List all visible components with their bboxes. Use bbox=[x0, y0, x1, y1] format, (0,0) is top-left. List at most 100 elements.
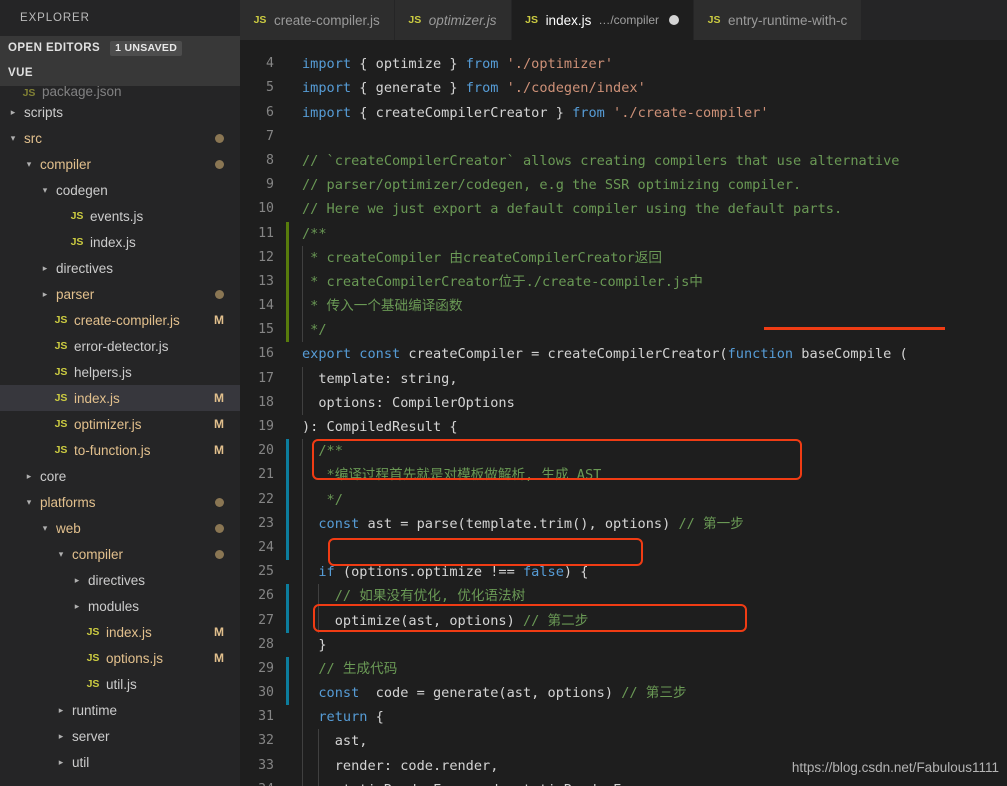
tree-folder-util[interactable]: ▸ util bbox=[0, 749, 240, 775]
chevron-right-icon[interactable]: ▸ bbox=[38, 255, 52, 281]
code-line-text: // 生成代码 bbox=[288, 656, 1007, 682]
tree-item-label: core bbox=[40, 468, 67, 484]
tree-folder-server[interactable]: ▸ server bbox=[0, 723, 240, 749]
indent-guide bbox=[302, 487, 303, 512]
chevron-right-icon[interactable]: ▸ bbox=[54, 723, 68, 749]
tree-folder-directives[interactable]: ▸ directives bbox=[0, 567, 240, 593]
editor-tab-create-compiler.js[interactable]: JS create-compiler.js bbox=[240, 0, 395, 40]
chevron-right-icon[interactable]: ▸ bbox=[6, 99, 20, 125]
code-line-8[interactable]: 8 // `createCompilerCreator` allows creat… bbox=[240, 149, 1007, 173]
chevron-right-icon[interactable]: ▸ bbox=[38, 281, 52, 307]
code-token: // 如果没有优化, 优化语法树 bbox=[302, 588, 526, 605]
code-line-15[interactable]: 15 */ bbox=[240, 318, 1007, 343]
tree-folder-core[interactable]: ▸ core bbox=[0, 463, 240, 489]
code-line-18[interactable]: 18 options: CompilerOptions bbox=[240, 390, 1007, 415]
code-line-25[interactable]: 25 if (options.optimize !== false) { bbox=[240, 560, 1007, 585]
code-line-24[interactable]: 24 bbox=[240, 535, 1007, 561]
chevron-down-icon[interactable]: ▾ bbox=[54, 541, 68, 567]
code-line-5[interactable]: 5 import { generate } from './codegen/ind… bbox=[240, 76, 1007, 100]
editor-tab-index.js[interactable]: JS index.js …/compiler bbox=[511, 0, 695, 40]
editor-tab-optimizer.js[interactable]: JS optimizer.js bbox=[394, 0, 512, 40]
line-number: 21 bbox=[258, 467, 274, 483]
chevron-down-icon[interactable]: ▾ bbox=[38, 515, 52, 541]
tree-item-label: helpers.js bbox=[74, 364, 132, 380]
editor-tab-entry-runtime-with-c[interactable]: JS entry-runtime-with-c bbox=[694, 0, 863, 40]
code-line-10[interactable]: 10 // Here we just export a default compi… bbox=[240, 197, 1007, 221]
indent-guide bbox=[302, 511, 303, 536]
tree-file-options.js[interactable]: JS options.js M bbox=[0, 645, 240, 671]
code-line-30[interactable]: 30 const code = generate(ast, options) /… bbox=[240, 681, 1007, 706]
tree-folder-compiler[interactable]: ▾ compiler bbox=[0, 151, 240, 177]
section-open-editors[interactable]: OPEN EDITORS 1 UNSAVED bbox=[0, 36, 240, 60]
code-editor[interactable]: 3import { parse } from './parser/index'4… bbox=[240, 40, 1007, 786]
chevron-right-icon[interactable]: ▸ bbox=[54, 749, 68, 775]
tree-folder-platforms[interactable]: ▾ platforms bbox=[0, 489, 240, 515]
code-line-27[interactable]: 27 optimize(ast, options) // 第二步 bbox=[240, 608, 1007, 633]
line-number: 5 bbox=[266, 80, 274, 96]
tree-file-optimizer.js[interactable]: JS optimizer.js M bbox=[0, 411, 240, 437]
section-vue[interactable]: VUE bbox=[0, 60, 240, 86]
code-line-31[interactable]: 31 return { bbox=[240, 705, 1007, 730]
tree-folder-compiler[interactable]: ▾ compiler bbox=[0, 541, 240, 567]
code-line-12[interactable]: 12 * createCompiler 由createCompilerCreat… bbox=[240, 245, 1007, 270]
tree-file-index.js[interactable]: JS index.js M bbox=[0, 619, 240, 645]
chevron-down-icon[interactable]: ▾ bbox=[22, 151, 36, 177]
tree-folder-web[interactable]: ▾ web bbox=[0, 515, 240, 541]
code-line-23[interactable]: 23 const ast = parse(template.trim(), op… bbox=[240, 511, 1007, 536]
code-line-29[interactable]: 29 // 生成代码 bbox=[240, 656, 1007, 682]
code-line-14[interactable]: 14 * 传入一个基础编译函数 bbox=[240, 294, 1007, 319]
tree-file-util.js[interactable]: JS util.js bbox=[0, 671, 240, 697]
chevron-right-icon[interactable]: ▸ bbox=[70, 567, 84, 593]
chevron-down-icon[interactable]: ▾ bbox=[22, 489, 36, 515]
code-line-9[interactable]: 9 // parser/optimizer/codegen, e.g the SS… bbox=[240, 173, 1007, 197]
code-line-11[interactable]: 11 /** bbox=[240, 221, 1007, 246]
code-token: * createCompiler 由createCompilerCreator返… bbox=[302, 249, 662, 266]
code-line-34[interactable]: 34 staticRenderFns: code.staticRenderFns bbox=[240, 777, 1007, 786]
tree-file-helpers.js[interactable]: JS helpers.js bbox=[0, 359, 240, 385]
tree-folder-modules[interactable]: ▸ modules bbox=[0, 593, 240, 619]
code-line-16[interactable]: 16 export const createCompiler = createCo… bbox=[240, 342, 1007, 366]
code-line-21[interactable]: 21 *编译过程首先就是对模板做解析, 生成 AST bbox=[240, 463, 1007, 488]
tree-file-create-compiler.js[interactable]: JS create-compiler.js M bbox=[0, 307, 240, 333]
chevron-right-icon[interactable]: ▸ bbox=[54, 697, 68, 723]
tree-folder-src[interactable]: ▾ src bbox=[0, 125, 240, 151]
code-line-28[interactable]: 28 } bbox=[240, 632, 1007, 657]
tree-file-error-detector.js[interactable]: JS error-detector.js bbox=[0, 333, 240, 359]
code-line-20[interactable]: 20 /** bbox=[240, 439, 1007, 464]
tree-folder-codegen[interactable]: ▾ codegen bbox=[0, 177, 240, 203]
code-line-7[interactable]: 7 bbox=[240, 125, 1007, 149]
tree-file-events.js[interactable]: JS events.js bbox=[0, 203, 240, 229]
code-line-19[interactable]: 19): CompiledResult { bbox=[240, 415, 1007, 439]
code-token: import bbox=[302, 104, 360, 121]
tree-file-index.js[interactable]: JS index.js M bbox=[0, 385, 240, 411]
tree-folder-scripts[interactable]: ▸ scripts bbox=[0, 99, 240, 125]
unsaved-dot-icon[interactable] bbox=[669, 15, 680, 25]
code-line-32[interactable]: 32 ast, bbox=[240, 729, 1007, 754]
code-line-text: // `createCompilerCreator` allows creati… bbox=[288, 149, 1007, 173]
tree-file-to-function.js[interactable]: JS to-function.js M bbox=[0, 437, 240, 463]
tree-file-index.js[interactable]: JS index.js bbox=[0, 229, 240, 255]
indent-guide bbox=[302, 245, 303, 270]
chevron-down-icon[interactable]: ▾ bbox=[6, 125, 20, 151]
modified-dot-icon bbox=[215, 497, 224, 507]
chevron-right-icon[interactable]: ▸ bbox=[70, 593, 84, 619]
chevron-right-icon[interactable]: ▸ bbox=[22, 463, 36, 489]
tree-folder-parser[interactable]: ▸ parser bbox=[0, 281, 240, 307]
code-line-13[interactable]: 13 * createCompilerCreator位于./create-com… bbox=[240, 269, 1007, 295]
tree-file-package.json[interactable]: JS package.json bbox=[0, 86, 240, 99]
chevron-down-icon[interactable]: ▾ bbox=[38, 177, 52, 203]
tree-folder-runtime[interactable]: ▸ runtime bbox=[0, 697, 240, 723]
code-line-4[interactable]: 4 import { optimize } from './optimizer' bbox=[240, 52, 1007, 76]
file-tree[interactable]: JS package.json ▸ scripts ▾ src ▾ compiler ▾ code… bbox=[0, 86, 240, 786]
code-line-22[interactable]: 22 */ bbox=[240, 487, 1007, 512]
editor-tab-bar[interactable]: JS create-compiler.js JS optimizer.js JS inde… bbox=[240, 0, 1007, 40]
tree-folder-directives[interactable]: ▸ directives bbox=[0, 255, 240, 281]
tree-item-label: directives bbox=[88, 572, 146, 588]
code-line-17[interactable]: 17 template: string, bbox=[240, 366, 1007, 391]
code-token: createCompilerCreator( bbox=[547, 346, 728, 363]
code-line-6[interactable]: 6 import { createCompilerCreator } from '… bbox=[240, 101, 1007, 125]
code-line-26[interactable]: 26 // 如果没有优化, 优化语法树 bbox=[240, 584, 1007, 609]
modified-dot-icon bbox=[215, 523, 224, 533]
